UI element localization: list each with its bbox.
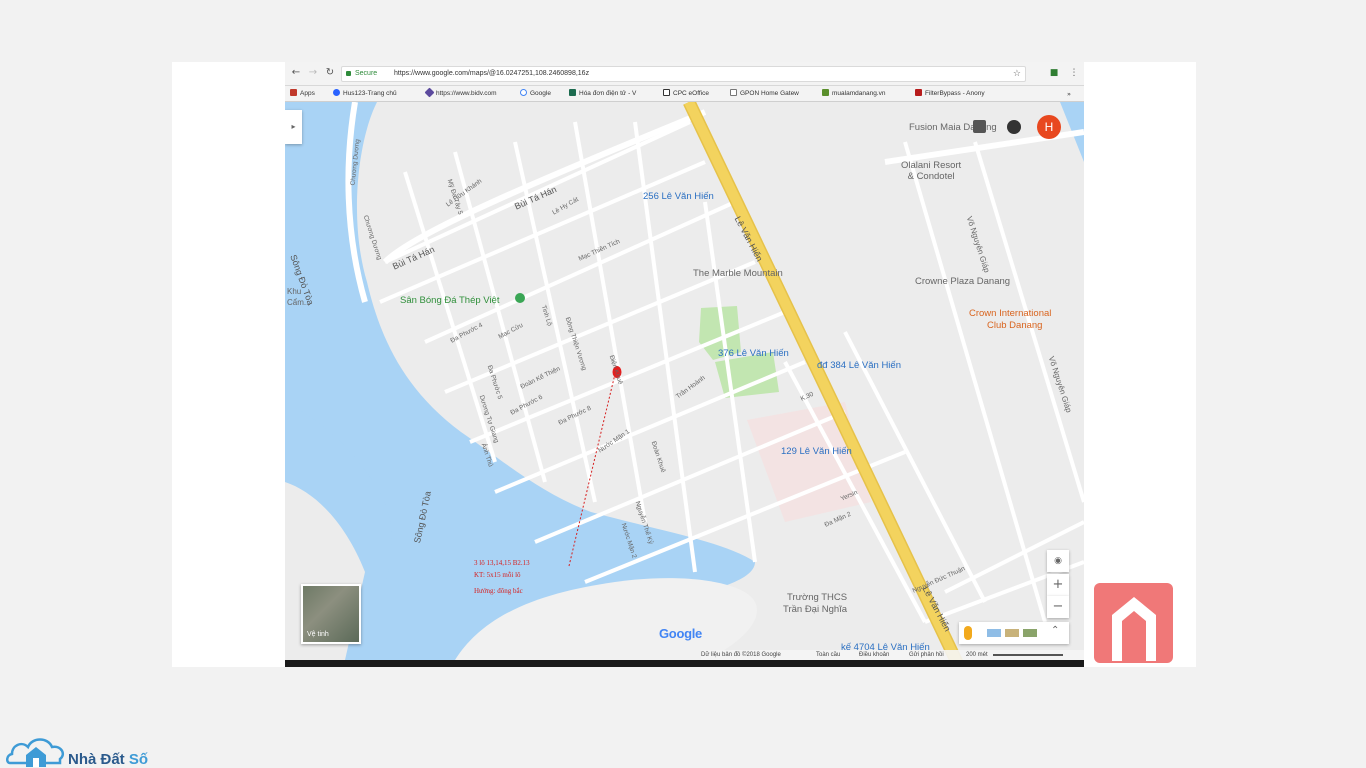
place-384-le-van-hien[interactable]: đđ 384 Lê Văn Hiến — [817, 360, 901, 371]
site-icon — [822, 89, 829, 96]
google-map[interactable]: ▸ Fusion Maia Danang Olalani Resort & Co… — [285, 102, 1084, 660]
site-icon — [333, 89, 340, 96]
star-icon[interactable]: ☆ — [1013, 67, 1021, 81]
annotation-direction: Hướng: đông bắc — [474, 587, 523, 595]
site-icon — [915, 89, 922, 96]
place-256-le-van-hien[interactable]: 256 Lê Văn Hiến — [643, 191, 714, 202]
place-crowne-plaza[interactable]: Crowne Plaza Danang — [915, 276, 1010, 287]
layer-thumb-icon[interactable] — [987, 629, 1001, 637]
place-crown-club-line2[interactable]: Club Danang — [987, 320, 1042, 331]
place-school-line2[interactable]: Trần Đại Nghĩa — [783, 604, 847, 615]
satellite-label: Vệ tinh — [307, 631, 329, 638]
layer-thumb-icon[interactable] — [1005, 629, 1019, 637]
bookmark-cpc[interactable]: CPC eOffice — [663, 89, 709, 99]
page-icon — [730, 89, 737, 96]
nha-dat-so-logo-icon — [6, 738, 64, 767]
google-logo: Google — [659, 626, 702, 641]
zoom-out-button[interactable]: − — [1047, 596, 1069, 618]
reload-icon[interactable]: ↻ — [324, 67, 336, 79]
brand-badge — [1094, 583, 1173, 663]
place-129-le-van-hien[interactable]: 129 Lê Văn Hiến — [781, 446, 852, 457]
apps-grid-icon[interactable] — [973, 120, 986, 133]
satellite-toggle[interactable]: Vệ tinh — [301, 584, 361, 644]
back-arrow-icon[interactable]: ← — [290, 67, 302, 79]
scale-label: 200 mét — [966, 652, 988, 658]
bookmark-hoa-don[interactable]: Hóa đơn điện tử - V — [569, 89, 636, 99]
side-panel-toggle[interactable]: ▸ — [285, 110, 302, 144]
my-location-icon[interactable]: ◉ — [1047, 550, 1069, 572]
pegman-icon[interactable] — [964, 626, 972, 640]
layer-thumb-icon[interactable] — [1023, 629, 1037, 637]
extension-icon[interactable]: ■ — [1049, 68, 1059, 78]
stadium-pin[interactable] — [515, 293, 525, 303]
expand-chevron-icon[interactable]: ⌃ — [1051, 625, 1059, 636]
terms-link[interactable]: Điều khoản — [859, 650, 889, 660]
google-icon — [520, 89, 527, 96]
forward-arrow-icon[interactable]: → — [307, 67, 319, 79]
map-data-credit: Dữ liệu bản đồ ©2018 Google — [701, 652, 781, 658]
zoom-in-button[interactable]: + — [1047, 574, 1069, 596]
bookmarks-bar: Apps Hus123-Trang chủ https://www.bidv.c… — [285, 86, 1084, 102]
map-footer: Dữ liệu bản đồ ©2018 Google Toàn cầu Điề… — [701, 650, 1084, 660]
place-crown-club-line1[interactable]: Crown International — [969, 308, 1051, 319]
global-link[interactable]: Toàn cầu — [816, 650, 840, 660]
apps-icon — [290, 89, 297, 96]
annotation-dimensions: KT: 5x15 mỗi lô — [474, 571, 521, 579]
bookmark-filterbypass[interactable]: FilterBypass - Anony — [915, 89, 985, 99]
address-bar[interactable]: Secure https://www.google.com/maps/@16.0… — [341, 66, 1026, 82]
site-icon — [663, 89, 670, 96]
avatar[interactable]: H — [1037, 115, 1061, 139]
secure-label: Secure — [355, 70, 378, 77]
site-icon — [569, 89, 576, 96]
map-canvas — [285, 102, 1084, 660]
bookmark-apps[interactable]: Apps — [290, 89, 315, 99]
scale-bar — [993, 654, 1063, 656]
bookmark-bidv[interactable]: https://www.bidv.com — [424, 87, 497, 99]
url-text: https://www.google.com/maps/@16.0247251,… — [394, 70, 590, 77]
bookmark-hus123[interactable]: Hus123-Trang chủ — [333, 89, 397, 99]
place-school-line1[interactable]: Trường THCS — [787, 592, 847, 603]
os-taskbar — [285, 660, 1084, 667]
more-bookmarks[interactable]: » — [1067, 89, 1071, 99]
bookmark-gpon[interactable]: GPON Home Gatew — [730, 89, 799, 99]
screenshot-frame: ← → ↻ Secure https://www.google.com/maps… — [285, 62, 1084, 667]
browser-toolbar: ← → ↻ Secure https://www.google.com/maps… — [285, 62, 1084, 86]
feedback-link[interactable]: Gửi phản hồi — [909, 650, 944, 660]
place-olalani[interactable]: Olalani Resort & Condotel — [901, 160, 961, 182]
bookmark-mualamdanang[interactable]: mualamdanang.vn — [822, 89, 885, 99]
site-icon — [424, 87, 435, 98]
notifications-icon[interactable] — [1007, 120, 1021, 134]
lock-icon — [346, 71, 351, 76]
brand-name: Nhà Đất Số — [68, 751, 149, 768]
layers-strip[interactable]: ⌃ — [959, 622, 1069, 644]
place-stadium[interactable]: Sân Bóng Đá Thép Việt — [400, 295, 499, 306]
menu-icon[interactable]: ⋮ — [1069, 68, 1079, 78]
place-376-le-van-hien[interactable]: 376 Lê Văn Hiến — [718, 348, 789, 359]
house-icon — [1112, 597, 1156, 661]
slide: ← → ↻ Secure https://www.google.com/maps… — [0, 0, 1366, 768]
place-marble-mountain[interactable]: The Marble Mountain — [693, 268, 783, 279]
bookmark-google[interactable]: Google — [520, 89, 551, 99]
annotation-lot-numbers: 3 lô 13,14,15 B2.13 — [474, 559, 530, 567]
